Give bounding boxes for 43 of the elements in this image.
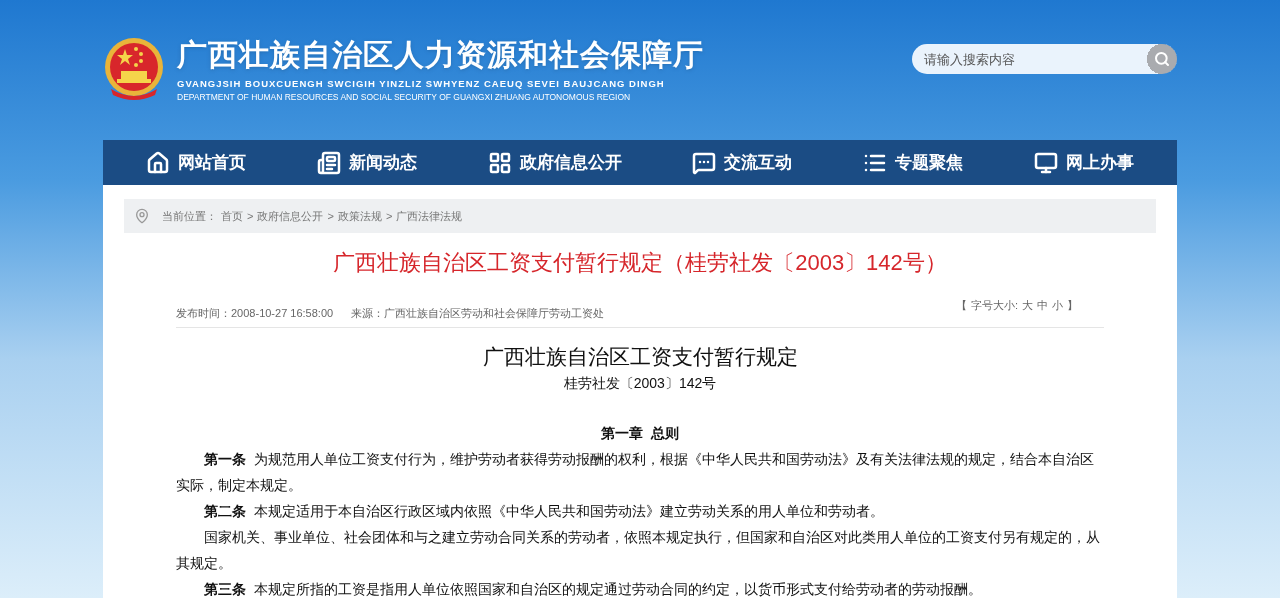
article-paragraph: 第二条 本规定适用于本自治区行政区域内依照《中华人民共和国劳动法》建立劳动关系的用人单位和劳动者。 <box>203 501 885 521</box>
font-size-label: 字号大小: <box>970 298 1018 313</box>
publish-time: 发布时间：2008-10-27 16:58:00 <box>176 306 334 321</box>
document-number: 桂劳社发〔2003〕142号 <box>562 373 718 393</box>
font-size-bracket: 【 <box>955 298 967 313</box>
breadcrumb-link[interactable]: 首页 <box>221 207 243 225</box>
font-size-bracket: 】 <box>1067 298 1078 313</box>
monitor-icon <box>1033 150 1058 175</box>
newspaper-icon <box>317 150 341 175</box>
nav-link[interactable]: 政府信息公开 <box>487 149 622 176</box>
breadcrumb-separator: > <box>327 208 334 224</box>
location-pin-icon <box>134 208 150 224</box>
breadcrumb-link[interactable]: 政策法规 <box>337 207 382 225</box>
site-title: 广西壮族自治区人力资源和社会保障厅 <box>177 36 704 73</box>
chat-bubble-icon <box>692 150 717 175</box>
breadcrumb-separator: > <box>247 208 254 224</box>
breadcrumb-link[interactable]: 政府信息公开 <box>257 207 324 225</box>
article-paragraph: 第一条 为规范用人单位工资支付行为，维护劳动者获得劳动报酬的权利，根据《中华人民共和国劳动法》及有关法律法规的规定，结合本自治区实际，制定本规定。 <box>176 449 1095 495</box>
search-icon <box>1154 51 1170 67</box>
font-size-link[interactable]: 小 <box>1052 297 1063 314</box>
chapter-heading: 第一章 总则 <box>600 423 680 443</box>
font-size-link[interactable]: 大 <box>1022 297 1033 314</box>
document-title: 广西壮族自治区工资支付暂行规定 <box>481 343 799 370</box>
nav-link[interactable]: 新闻动态 <box>317 149 417 176</box>
article-paragraph: 国家机关、事业单位、社会团体和与之建立劳动合同关系的劳动者，依照本规定执行，但国家和自治区对此类用人单位的工资支付另有规定的，从其规定。 <box>176 527 1101 573</box>
font-size-link[interactable]: 中 <box>1037 297 1048 314</box>
search-field[interactable]: 请输入搜索内容 <box>912 44 1147 74</box>
nav-link[interactable]: 交流互动 <box>692 149 793 176</box>
home-icon <box>146 150 171 175</box>
grid-icon <box>487 150 512 175</box>
breadcrumb-separator: > <box>385 208 393 224</box>
nav-link[interactable]: 网站首页 <box>146 149 247 176</box>
breadcrumb-link[interactable]: 广西法律法规 <box>396 207 463 225</box>
emblem-icon <box>103 37 165 103</box>
article-paragraph: 第三条 本规定所指的工资是指用人单位依照国家和自治区的规定通过劳动合同的约定，以货币形式支付给劳动者的劳动报酬。 <box>203 579 983 598</box>
breadcrumb-label: 当前位置： <box>162 208 217 224</box>
article-source: 来源：广西壮族自治区劳动和社会保障厅劳动工资处 <box>351 306 605 321</box>
nav-link[interactable]: 专题聚焦 <box>862 149 963 176</box>
site-subtitle: GVANGJSIH BOUXCUENGH SWCIGIH YINZLIZ SWHYENZ CAEUQ SEVEI BAUJCANG DINGH <box>177 76 666 91</box>
nav-link[interactable]: 网上办事 <box>1033 149 1134 176</box>
search-button[interactable] <box>1147 44 1177 74</box>
site-subtitle: DEPARTMENT OF HUMAN RESOURCES AND SOCIAL SECURITY OF GUANGXI ZHUANG AUTONOMOUS REGION <box>177 90 632 104</box>
article-title: 广西壮族自治区工资支付暂行规定（桂劳社发〔2003〕142号） <box>332 249 948 277</box>
